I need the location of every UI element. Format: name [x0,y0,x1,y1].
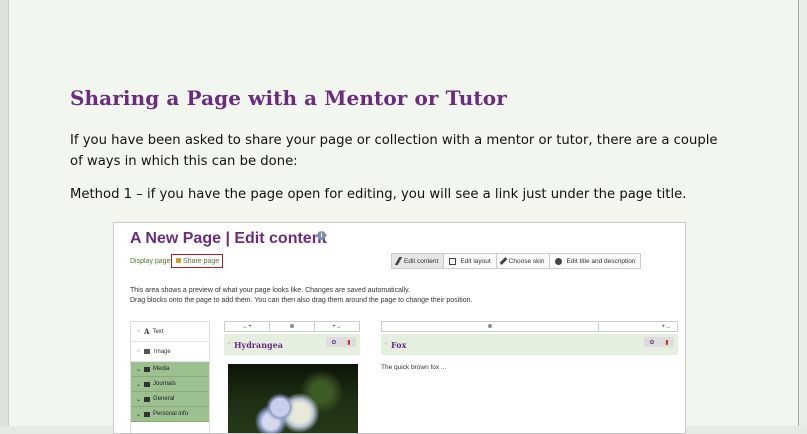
intro-line-2: Drag blocks onto the page to add them. Y… [130,297,473,304]
hydrangea-image [228,364,358,433]
pencil-icon [394,257,403,265]
sidebar-item-label: Image [154,348,171,355]
sidebar-category-personal-info[interactable]: ⌄ Personal info [131,407,209,422]
layout-icon [449,257,457,265]
trash-icon[interactable]: ▮ [347,339,350,346]
display-page-link[interactable]: Display page [130,258,170,265]
gears-icon [555,257,563,265]
brush-icon [499,257,508,265]
block-actions: ✿ ▮ [326,337,356,347]
hydrangea-block-title: Hydrangea [234,340,283,350]
right-column: ⊗ +→ ✧ Fox ✿ ▮ The quick brown fox ... [381,321,678,371]
user-icon [144,411,151,417]
intro-line-1: This area shows a preview of what your p… [130,287,411,294]
block-sidebar: ✧ A Text ✧ Image ⌄ Media ⌄ Journals ⌄ General … [130,321,210,433]
fox-block-text: The quick brown fox ... [381,364,447,371]
gear-icon[interactable]: ✿ [331,339,336,346]
drag-handle-icon: ✧ [136,329,142,335]
column-controls: ←+ ⊗ +→ [224,321,360,332]
edit-content-label: Edit content [404,257,439,265]
intro-paragraph: If you have been asked to share your pag… [70,133,718,169]
trash-icon[interactable]: ▮ [665,339,668,346]
column-controls: ⊗ +→ [381,321,678,332]
embedded-screenshot: A New Page | Edit content i Display page… [113,222,686,434]
sidebar-item-image[interactable]: ✧ Image [131,342,209,362]
edit-title-button[interactable]: Edit title and description [549,253,642,269]
gear-icon[interactable]: ✿ [649,339,654,346]
add-column-left-button[interactable]: ←+ [225,322,270,331]
general-icon [144,396,151,402]
edit-layout-button[interactable]: Edit layout [443,253,497,269]
chevron-down-icon: ⌄ [136,381,142,388]
drag-handle-icon: ✧ [136,349,142,355]
edit-content-button[interactable]: Edit content [391,253,445,269]
intro-text: This area shows a preview of what your p… [130,286,472,306]
remove-column-button[interactable]: ⊗ [270,322,315,331]
block-actions: ✿ ▮ [644,337,674,347]
remove-column-button[interactable]: ⊗ [382,322,599,331]
chevron-down-icon: ⌄ [136,411,142,418]
edit-layout-label: Edit layout [460,257,491,265]
window-left-margin [0,0,9,426]
drag-handle-icon: ✧ [384,341,389,347]
info-icon: i [317,231,326,240]
category-label: Media [153,366,170,372]
fox-block-title: Fox [391,340,407,350]
sidebar-item-label: Text [152,328,164,335]
edit-title-label: Edit title and description [566,257,636,265]
film-icon [144,366,151,372]
share-page-link[interactable]: Share page [176,258,219,265]
sidebar-category-media[interactable]: ⌄ Media [131,362,209,377]
sidebar-item-text[interactable]: ✧ A Text [131,322,209,342]
category-label: Journals [153,381,176,387]
image-icon [144,349,151,354]
fox-block-header[interactable]: ✧ Fox ✿ ▮ [381,334,678,355]
share-page-highlight: Share page [171,254,223,268]
add-column-right-button[interactable]: +→ [599,322,677,331]
chevron-down-icon: ⌄ [136,366,142,373]
chevron-down-icon: ⌄ [136,396,142,403]
share-page-label: Share page [183,258,220,265]
scrollbar-track[interactable] [798,0,807,426]
document-heading: Sharing a Page with a Mentor or Tutor [70,86,507,110]
category-label: General [153,396,175,402]
drag-handle-icon: ✧ [227,341,232,347]
sidebar-category-general[interactable]: ⌄ General [131,392,209,407]
choose-skin-label: Choose skin [508,257,545,265]
choose-skin-button[interactable]: Choose skin [495,253,551,269]
category-label: Personal info [153,411,189,417]
left-column: ←+ ⊗ +→ ✧ Hydrangea ✿ ▮ [224,321,360,433]
hydrangea-block-header[interactable]: ✧ Hydrangea ✿ ▮ [224,334,360,355]
method1-paragraph: Method 1 – if you have the page open for… [70,187,687,202]
sidebar-category-journals[interactable]: ⌄ Journals [131,377,209,392]
page-title: A New Page | Edit content [130,230,327,247]
pen-icon [144,381,151,387]
add-column-right-button[interactable]: +→ [315,322,359,331]
lock-icon [176,258,181,263]
edit-toolbar: Edit content Edit layout Choose skin Edi… [391,253,642,269]
